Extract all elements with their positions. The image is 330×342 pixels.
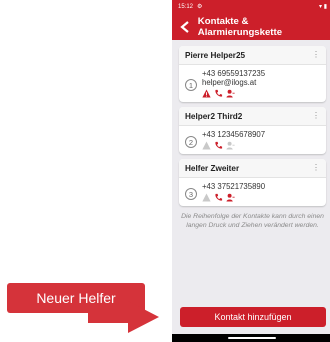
page-title: Kontakte & Alarmierungskette <box>197 15 283 38</box>
person-icon <box>226 141 235 150</box>
settings-icon: ⚙ <box>197 4 203 10</box>
contact-phone: +43 69559137235 <box>202 69 266 78</box>
person-icon <box>226 89 235 98</box>
contact-list: Pierre Helper25 ⋮ 1 +43 69559137235 help… <box>172 40 330 230</box>
contact-name: Helper2 Third2 <box>185 111 243 121</box>
alert-icon <box>202 89 211 98</box>
more-options-icon[interactable]: ⋮ <box>312 112 320 120</box>
contact-card[interactable]: Pierre Helper25 ⋮ 1 +43 69559137235 help… <box>179 46 326 102</box>
position-badge: 3 <box>185 188 197 200</box>
contact-name: Helfer Zweiter <box>185 163 240 173</box>
position-badge: 1 <box>185 79 197 91</box>
more-options-icon[interactable]: ⋮ <box>312 51 320 59</box>
alert-icon <box>202 141 211 150</box>
position-badge: 2 <box>185 136 197 148</box>
status-indicators: ▾ ▮ <box>319 4 327 10</box>
phone-icon <box>215 89 223 97</box>
alert-icon <box>202 193 211 202</box>
contact-phone: +43 37521735890 <box>202 182 266 191</box>
contact-card[interactable]: Helper2 Third2 ⋮ 2 +43 12345678907 <box>179 107 326 154</box>
status-bar: 15:12 ⚙ ▾ ▮ <box>172 0 330 13</box>
contact-card[interactable]: Helfer Zweiter ⋮ 3 +43 37521735890 <box>179 159 326 206</box>
phone-icon <box>215 141 223 149</box>
more-options-icon[interactable]: ⋮ <box>312 164 320 172</box>
status-time: 15:12 <box>178 3 194 10</box>
app-bar: Kontakte & Alarmierungskette <box>172 13 330 40</box>
phone-screen: 15:12 ⚙ ▾ ▮ Kontakte & Alarmierungskette… <box>172 0 330 342</box>
add-contact-button[interactable]: Kontakt hinzufügen <box>180 307 326 327</box>
arrow-right-icon <box>88 301 159 333</box>
contact-name: Pierre Helper25 <box>185 50 246 60</box>
phone-icon <box>215 193 223 201</box>
person-icon <box>226 193 235 202</box>
contact-email: helper@ilogs.at <box>202 78 257 87</box>
system-nav-bar <box>172 334 330 342</box>
contact-phone: +43 12345678907 <box>202 130 266 139</box>
home-indicator[interactable] <box>228 337 276 339</box>
reorder-hint: Die Reihenfolge der Kontakte kann durch … <box>181 213 324 229</box>
back-arrow-icon[interactable] <box>178 20 192 34</box>
